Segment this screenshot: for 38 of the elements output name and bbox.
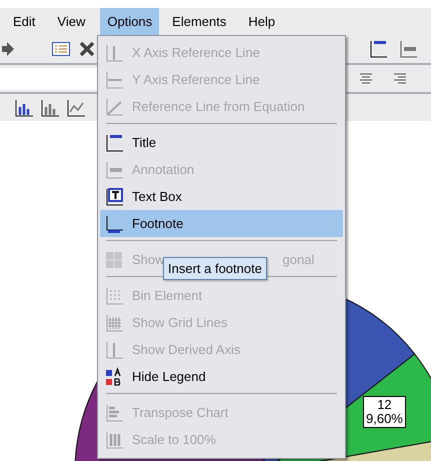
title-icon bbox=[104, 132, 124, 152]
bars-icon bbox=[104, 402, 124, 422]
axis-icon bbox=[104, 42, 124, 62]
annotation-icon[interactable] bbox=[398, 39, 418, 59]
data-label-text: 12 bbox=[376, 398, 393, 412]
annotation-icon bbox=[104, 160, 124, 180]
menu-title[interactable]: Options bbox=[100, 8, 160, 35]
menu-item-text: Show bbox=[132, 252, 165, 267]
arrow-icon[interactable] bbox=[2, 42, 14, 56]
tooltip: Insert a footnote bbox=[163, 257, 267, 280]
menu-title[interactable]: Help bbox=[241, 8, 282, 35]
line-chart-icon[interactable] bbox=[66, 98, 86, 116]
footnote-icon bbox=[104, 214, 124, 234]
text-box-icon bbox=[104, 186, 124, 206]
bar-chart-icon[interactable] bbox=[14, 98, 34, 116]
menu-item[interactable]: Title bbox=[100, 129, 343, 156]
list-icon[interactable] bbox=[52, 42, 70, 56]
close-icon[interactable] bbox=[80, 42, 94, 56]
input-field[interactable] bbox=[0, 68, 97, 90]
menu-title[interactable]: Elements bbox=[165, 8, 234, 35]
data-label-text: 9,60% bbox=[366, 412, 403, 426]
align-center-icon[interactable] bbox=[359, 72, 373, 84]
align-right-icon[interactable] bbox=[393, 72, 407, 84]
bars-icon bbox=[104, 430, 124, 450]
menu-title[interactable]: View bbox=[50, 8, 92, 35]
slope-line-icon bbox=[104, 96, 124, 116]
menu-item-text: gonal bbox=[282, 252, 314, 267]
title-icon[interactable] bbox=[368, 39, 388, 59]
grid-lines-icon bbox=[104, 312, 124, 332]
menu-item[interactable]: Hide Legend bbox=[100, 363, 343, 390]
menu-item[interactable]: Text Box bbox=[100, 183, 343, 210]
grid-icon bbox=[104, 250, 124, 270]
menu-title[interactable]: Edit bbox=[6, 8, 42, 35]
menu-item[interactable]: Footnote bbox=[100, 210, 343, 237]
bar-chart-icon[interactable] bbox=[40, 98, 60, 116]
dotted-grid-icon bbox=[104, 286, 124, 306]
axis-icon bbox=[104, 70, 124, 90]
axis-icon bbox=[104, 340, 124, 360]
